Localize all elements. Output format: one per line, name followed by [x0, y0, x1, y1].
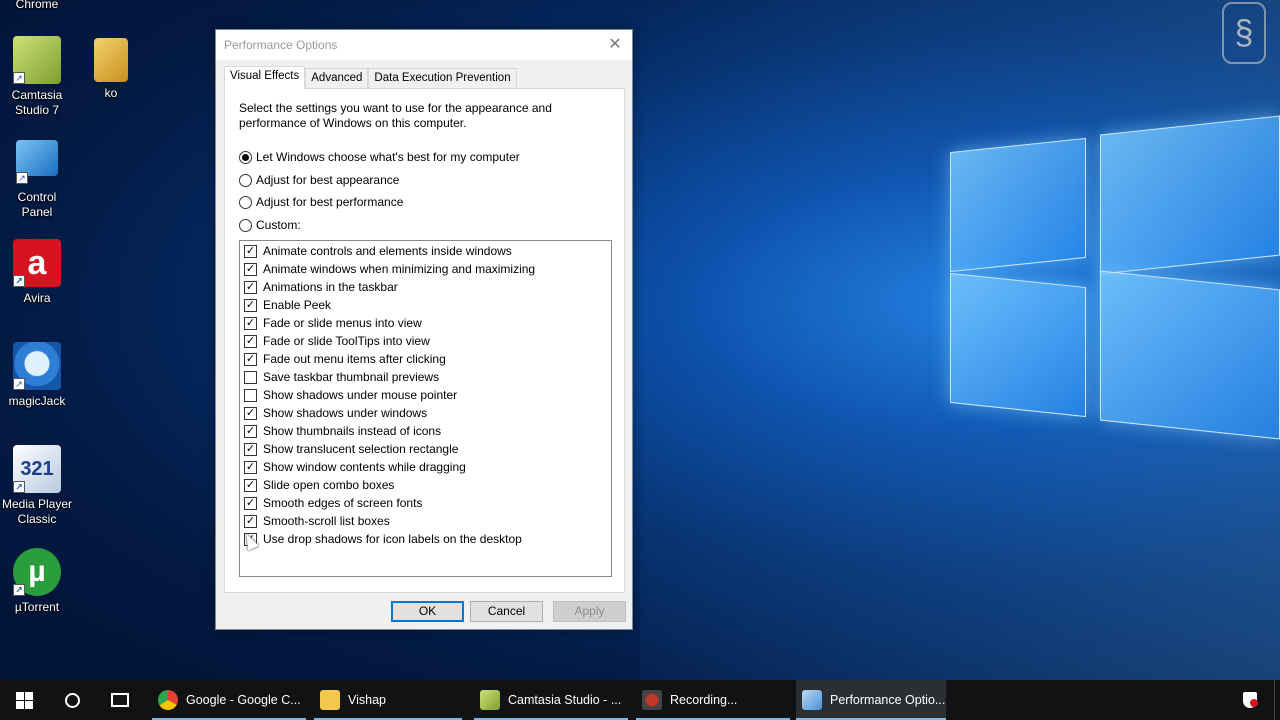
camtasia-icon: ↗	[13, 36, 61, 84]
utorrent-icon: µ ↗	[13, 548, 61, 596]
dialog-title: Performance Options	[224, 38, 338, 52]
start-button[interactable]	[0, 680, 48, 720]
list-item[interactable]: Show translucent selection rectangle	[244, 440, 458, 458]
windows-logo-wallpaper	[860, 90, 1280, 490]
control-panel-icon: ↗	[16, 140, 58, 184]
performance-options-dialog: Performance Options ✕ Visual Effects Adv…	[215, 29, 633, 630]
chrome-icon	[158, 690, 178, 710]
checkbox[interactable]	[244, 388, 257, 402]
dragon-logo: §	[1222, 2, 1266, 64]
ok-button[interactable]: OK	[391, 601, 464, 622]
radio-best-appearance[interactable]: Adjust for best appearance	[239, 173, 399, 187]
avira-icon: a ↗	[13, 239, 61, 287]
circle-icon	[64, 692, 80, 708]
visual-effects-panel: Select the settings you want to use for …	[224, 88, 625, 593]
checkbox[interactable]	[244, 514, 257, 528]
radio-button[interactable]	[239, 195, 252, 209]
windows-icon	[15, 691, 33, 709]
radio-custom[interactable]: Custom:	[239, 218, 301, 232]
dialog-titlebar[interactable]: Performance Options ✕	[216, 30, 632, 60]
list-item[interactable]: Use drop shadows for icon labels on the …	[244, 530, 522, 548]
cancel-button[interactable]: Cancel	[470, 601, 543, 622]
taskbar: Google - Google C... Vishap Camtasia Stu…	[0, 680, 1280, 720]
taskbar-app-vishap[interactable]: Vishap	[314, 680, 462, 720]
list-item[interactable]: Animate windows when minimizing and maxi…	[244, 260, 535, 278]
checkbox[interactable]	[244, 298, 257, 312]
taskbar-app-camtasia[interactable]: Camtasia Studio - ...	[474, 680, 628, 720]
list-item[interactable]: Save taskbar thumbnail previews	[244, 368, 439, 386]
checkbox[interactable]	[244, 442, 257, 456]
tab-advanced[interactable]: Advanced	[305, 68, 369, 88]
taskbar-app-recording[interactable]: Recording...	[636, 680, 790, 720]
desktop-icon-avira[interactable]: a ↗ Avira	[0, 239, 74, 306]
camtasia-icon	[480, 690, 500, 710]
task-view-button[interactable]	[96, 680, 144, 720]
list-item[interactable]: Smooth-scroll list boxes	[244, 512, 390, 530]
apply-button[interactable]: Apply	[553, 601, 626, 622]
desktop-icon-magicjack[interactable]: ↗ magicJack	[0, 342, 74, 409]
desktop-icon-utorrent[interactable]: µ ↗ µTorrent	[0, 548, 74, 615]
radio-button[interactable]	[239, 150, 252, 164]
desktop-icon-control-panel[interactable]: ↗ Control Panel	[0, 140, 74, 220]
list-item[interactable]: Animate controls and elements inside win…	[244, 242, 512, 260]
tab-strip: Visual Effects Advanced Data Execution P…	[224, 66, 517, 89]
list-item[interactable]: Fade out menu items after clicking	[244, 350, 446, 368]
performance-options-icon	[802, 690, 822, 710]
radio-button[interactable]	[239, 173, 252, 187]
checkbox[interactable]	[244, 478, 257, 492]
list-item[interactable]: Enable Peek	[244, 296, 331, 314]
checkbox[interactable]	[244, 334, 257, 348]
list-item[interactable]: Smooth edges of screen fonts	[244, 494, 422, 512]
list-item[interactable]: Fade or slide ToolTips into view	[244, 332, 430, 350]
checkbox[interactable]	[244, 280, 257, 294]
list-item[interactable]: Show shadows under mouse pointer	[244, 386, 457, 404]
cortana-button[interactable]	[48, 680, 96, 720]
checkbox[interactable]	[244, 244, 257, 258]
security-tray-icon[interactable]	[1238, 680, 1262, 720]
folder-icon	[320, 690, 340, 710]
checkbox[interactable]	[244, 460, 257, 474]
checkbox[interactable]	[244, 370, 257, 384]
desktop-icon-media-player-classic[interactable]: 321 ↗ Media Player Classic	[0, 445, 74, 527]
checkbox[interactable]	[244, 316, 257, 330]
list-item[interactable]: Show thumbnails instead of icons	[244, 422, 441, 440]
list-item[interactable]: Fade or slide menus into view	[244, 314, 422, 332]
checkbox[interactable]	[244, 352, 257, 366]
radio-best-performance[interactable]: Adjust for best performance	[239, 195, 403, 209]
close-icon[interactable]: ✕	[604, 34, 626, 56]
radio-let-windows-choose[interactable]: Let Windows choose what's best for my co…	[239, 150, 520, 164]
media-player-classic-icon: 321 ↗	[13, 445, 61, 493]
list-item[interactable]: Show shadows under windows	[244, 404, 427, 422]
visual-effects-list[interactable]: Animate controls and elements inside win…	[239, 240, 612, 577]
tab-visual-effects[interactable]: Visual Effects	[224, 66, 306, 89]
description-text: Select the settings you want to use for …	[239, 101, 552, 130]
list-item[interactable]: Show window contents while dragging	[244, 458, 466, 476]
checkbox[interactable]	[244, 496, 257, 510]
checkbox[interactable]	[244, 262, 257, 276]
list-item[interactable]: Animations in the taskbar	[244, 278, 398, 296]
show-desktop-button[interactable]	[1274, 680, 1280, 720]
checkbox[interactable]	[244, 406, 257, 420]
task-view-icon	[111, 693, 129, 707]
desktop-icon-ko[interactable]: ko	[74, 36, 148, 101]
desktop-icon-chrome-label[interactable]: Chrome	[0, 0, 74, 12]
desktop-icon-camtasia[interactable]: ↗ Camtasia Studio 7	[0, 36, 74, 118]
checkbox[interactable]	[244, 424, 257, 438]
recording-icon	[642, 690, 662, 710]
list-item[interactable]: Slide open combo boxes	[244, 476, 394, 494]
taskbar-app-chrome[interactable]: Google - Google C...	[152, 680, 306, 720]
magicjack-icon: ↗	[13, 342, 61, 390]
tab-data-execution-prevention[interactable]: Data Execution Prevention	[368, 68, 517, 88]
folder-icon	[94, 38, 128, 82]
taskbar-app-performance-options[interactable]: Performance Optio...	[796, 680, 946, 720]
radio-button[interactable]	[239, 218, 252, 232]
shield-icon	[1243, 692, 1258, 708]
